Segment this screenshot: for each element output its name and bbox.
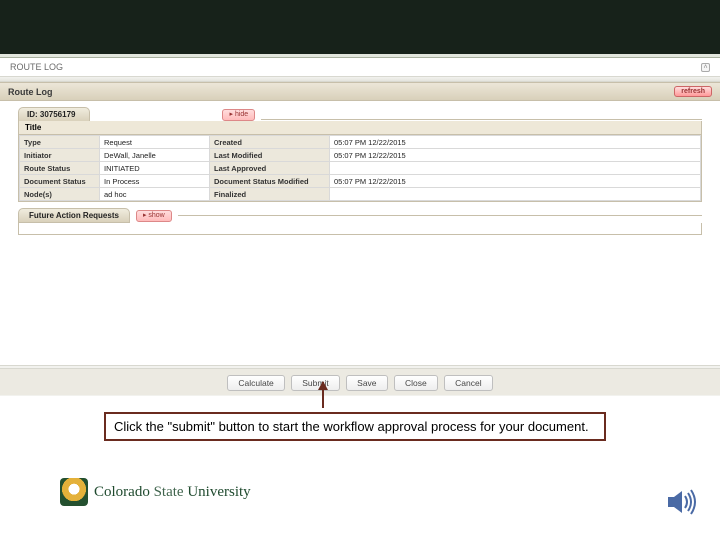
instruction-callout: Click the "submit" button to start the w… xyxy=(104,412,606,441)
field-label: Initiator xyxy=(20,149,100,162)
field-label: Finalized xyxy=(210,188,330,201)
arrow-icon xyxy=(322,382,324,408)
speaker-icon xyxy=(662,484,698,520)
field-value: INITIATED xyxy=(100,162,210,175)
field-label: Document Status Modified xyxy=(210,175,330,188)
route-log-panel-title: Route Log refresh xyxy=(0,82,720,101)
field-value: In Process xyxy=(100,175,210,188)
cancel-button[interactable]: Cancel xyxy=(444,375,492,391)
field-value: 05:07 PM 12/22/2015 xyxy=(330,136,701,149)
field-label: Route Status xyxy=(20,162,100,175)
ram-icon xyxy=(60,478,88,506)
detail-box: Title TypeRequestCreated05:07 PM 12/22/2… xyxy=(18,121,702,202)
field-value: DeWall, Janelle xyxy=(100,149,210,162)
logo-word-university: University xyxy=(187,484,250,500)
logo-word-state: State xyxy=(154,484,184,500)
panel-title-text: Route Log xyxy=(8,87,53,97)
table-row: Node(s)ad hocFinalized xyxy=(20,188,701,201)
field-value xyxy=(330,162,701,175)
field-label: Last Approved xyxy=(210,162,330,175)
csu-logo: Colorado State University xyxy=(60,478,251,506)
field-value: ad hoc xyxy=(100,188,210,201)
route-log-section-bar[interactable]: ROUTE LOG ˄ xyxy=(0,58,720,76)
button-bar-outer: Calculate Submit Save Close Cancel xyxy=(0,365,720,396)
field-label: Type xyxy=(20,136,100,149)
field-value: 05:07 PM 12/22/2015 xyxy=(330,149,701,162)
save-button[interactable]: Save xyxy=(346,375,387,391)
table-row: TypeRequestCreated05:07 PM 12/22/2015 xyxy=(20,136,701,149)
close-button[interactable]: Close xyxy=(394,375,438,391)
field-value: Request xyxy=(100,136,210,149)
route-log-label: ROUTE LOG xyxy=(10,62,63,72)
field-value xyxy=(330,188,701,201)
future-underline xyxy=(178,215,702,216)
field-value: 05:07 PM 12/22/2015 xyxy=(330,175,701,188)
logo-text: Colorado State University xyxy=(94,484,251,501)
document-id-tab[interactable]: ID: 30756179 xyxy=(18,107,90,121)
header-band xyxy=(0,0,720,54)
refresh-button[interactable]: refresh xyxy=(674,86,712,97)
tab-underline xyxy=(261,119,702,120)
route-log-panel-body: ID: 30756179 ▸ hide Title TypeRequestCre… xyxy=(0,101,720,245)
field-label: Created xyxy=(210,136,330,149)
future-box xyxy=(18,223,702,235)
detail-sub-header: Title xyxy=(19,121,701,135)
button-bar: Calculate Submit Save Close Cancel xyxy=(0,368,720,395)
show-button[interactable]: ▸ show xyxy=(136,210,172,222)
whitespace xyxy=(0,245,720,365)
calculate-button[interactable]: Calculate xyxy=(227,375,284,391)
future-action-requests-tab[interactable]: Future Action Requests xyxy=(18,208,130,223)
logo-word-colorado: Colorado xyxy=(94,484,150,500)
submit-button[interactable]: Submit xyxy=(291,375,339,391)
collapse-caret-icon[interactable]: ˄ xyxy=(701,63,710,72)
field-label: Node(s) xyxy=(20,188,100,201)
hide-button[interactable]: ▸ hide xyxy=(222,109,255,121)
field-label: Last Modified xyxy=(210,149,330,162)
detail-table: TypeRequestCreated05:07 PM 12/22/2015Ini… xyxy=(19,135,701,201)
table-row: Document StatusIn ProcessDocument Status… xyxy=(20,175,701,188)
table-row: Route StatusINITIATEDLast Approved xyxy=(20,162,701,175)
field-label: Document Status xyxy=(20,175,100,188)
table-row: InitiatorDeWall, JanelleLast Modified05:… xyxy=(20,149,701,162)
